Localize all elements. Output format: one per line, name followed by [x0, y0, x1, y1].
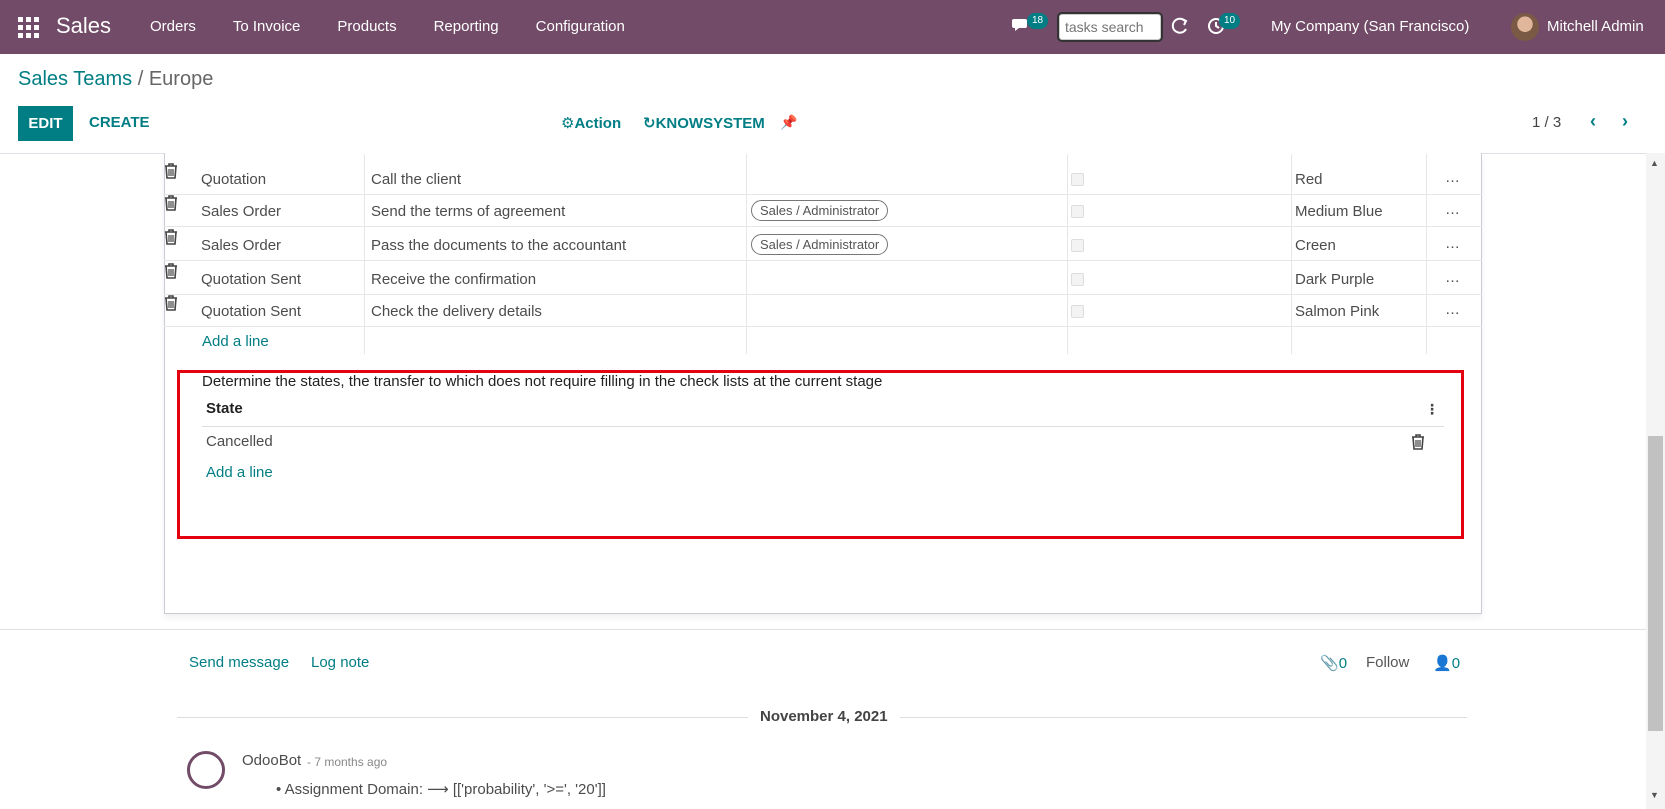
row-group-tag: Sales / Administrator [751, 234, 889, 255]
row-stage: Quotation [201, 171, 267, 188]
row-stage: Quotation Sent [201, 271, 302, 288]
tasks-search-input[interactable] [1059, 14, 1161, 40]
pin-icon[interactable]: 📌 [780, 114, 797, 131]
row-color: Dark Purple [1295, 271, 1375, 288]
state-column-header[interactable]: State [206, 400, 243, 417]
message-timestamp: - 7 months ago [307, 755, 388, 769]
menu-products[interactable]: Products [337, 18, 396, 35]
log-note-button[interactable]: Log note [311, 654, 369, 671]
breadcrumb: Sales Teams / Europe [18, 68, 213, 91]
state-value: Cancelled [206, 433, 273, 450]
attachments-count: 0 [1338, 655, 1348, 672]
row-name: Send the terms of agreement [371, 203, 566, 220]
refresh-icon[interactable] [1171, 17, 1189, 35]
user-menu[interactable]: Mitchell Admin [1547, 18, 1644, 35]
edit-button[interactable]: EDIT [18, 106, 73, 141]
breadcrumb-parent[interactable]: Sales Teams [18, 68, 132, 90]
messages-badge: 18 [1027, 13, 1049, 29]
action-label: Action [574, 115, 622, 132]
table-row[interactable]: Sales Order Send the terms of agreement … [164, 195, 1482, 227]
attachments-button[interactable]: 📎0 [1320, 654, 1347, 672]
row-name: Receive the confirmation [371, 271, 537, 288]
breadcrumb-separator: / [137, 68, 144, 90]
row-group-tag: Sales / Administrator [751, 200, 889, 221]
create-button[interactable]: CREATE [89, 114, 150, 131]
row-checkbox[interactable] [1071, 305, 1084, 318]
date-separator: November 4, 2021 [748, 708, 900, 725]
row-more-icon[interactable]: … [1445, 201, 1460, 218]
breadcrumb-current: Europe [148, 68, 214, 90]
states-section-title: Determine the states, the transfer to wh… [202, 373, 883, 390]
row-name: Pass the documents to the accountant [371, 237, 627, 254]
states-add-line-link[interactable]: Add a line [206, 464, 273, 481]
row-color: Medium Blue [1295, 203, 1383, 220]
row-stage: Sales Order [201, 237, 282, 254]
row-stage: Sales Order [201, 203, 282, 220]
scrollbar-thumb[interactable] [1648, 436, 1663, 731]
table-row[interactable]: Sales Order Pass the documents to the ac… [164, 229, 1482, 261]
row-name: Check the delivery details [371, 303, 542, 320]
knowsystem-icon: ↻ [643, 115, 656, 132]
message-body: • Assignment Domain: ⟶ [['probability', … [276, 781, 606, 798]
pager-previous-icon[interactable]: ‹ [1590, 111, 1596, 132]
row-stage: Quotation Sent [201, 303, 302, 320]
row-checkbox[interactable] [1071, 273, 1084, 286]
user-avatar[interactable] [1511, 13, 1539, 41]
followers-button[interactable]: 👤0 [1433, 654, 1460, 672]
knowsystem-label: KNOWSYSTEM [655, 115, 765, 132]
table-row[interactable]: Quotation Sent Receive the confirmation … [164, 263, 1482, 295]
column-options-icon[interactable]: ⋮ [1425, 401, 1439, 418]
row-more-icon[interactable]: … [1445, 269, 1460, 286]
menu-orders[interactable]: Orders [150, 18, 196, 35]
table-row[interactable]: Quotation Call the client Red … [164, 163, 1482, 195]
row-checkbox[interactable] [1071, 173, 1084, 186]
highlight-box [177, 370, 1464, 539]
row-name: Call the client [371, 171, 462, 188]
row-color: Creen [1295, 237, 1336, 254]
row-more-icon[interactable]: … [1445, 301, 1460, 318]
trash-icon[interactable] [164, 263, 178, 279]
states-table-header: State ⋮ [202, 400, 1444, 427]
row-more-icon[interactable]: … [1445, 169, 1460, 186]
row-color: Salmon Pink [1295, 303, 1380, 320]
message-text: Assignment Domain: ⟶ [['probability', '>… [284, 781, 606, 798]
knowsystem-button[interactable]: ↻KNOWSYSTEM [643, 114, 765, 132]
row-color: Red [1295, 171, 1323, 188]
table-row[interactable]: Quotation Sent Check the delivery detail… [164, 295, 1482, 327]
app-menu-icon[interactable] [18, 17, 40, 38]
odoobot-avatar [187, 751, 225, 789]
checklist-add-line-link[interactable]: Add a line [202, 333, 269, 350]
trash-icon[interactable] [1411, 434, 1425, 450]
scroll-down-icon[interactable]: ▼ [1650, 790, 1659, 800]
top-navbar: Sales Orders To Invoice Products Reporti… [0, 0, 1665, 54]
action-menu[interactable]: ⚙Action [561, 114, 621, 132]
scroll-up-icon[interactable]: ▲ [1650, 158, 1659, 168]
send-message-button[interactable]: Send message [189, 654, 289, 671]
message-author[interactable]: OdooBot [242, 752, 301, 769]
follow-button[interactable]: Follow [1366, 654, 1409, 671]
trash-icon[interactable] [164, 195, 178, 211]
app-name[interactable]: Sales [56, 13, 111, 39]
main-menu: Orders To Invoice Products Reporting Con… [150, 18, 662, 35]
row-checkbox[interactable] [1071, 239, 1084, 252]
user-icon: 👤 [1433, 655, 1452, 672]
menu-to-invoice[interactable]: To Invoice [233, 18, 301, 35]
menu-configuration[interactable]: Configuration [536, 18, 625, 35]
trash-icon[interactable] [164, 295, 178, 311]
pager-next-icon[interactable]: › [1622, 111, 1628, 132]
menu-reporting[interactable]: Reporting [434, 18, 499, 35]
trash-icon[interactable] [164, 229, 178, 245]
followers-count: 0 [1451, 655, 1461, 672]
gear-icon: ⚙ [561, 115, 575, 132]
trash-icon[interactable] [164, 163, 178, 179]
paperclip-icon: 📎 [1320, 655, 1339, 672]
row-checkbox[interactable] [1071, 205, 1084, 218]
company-switcher[interactable]: My Company (San Francisco) [1271, 18, 1469, 35]
chatter-divider [0, 629, 1646, 630]
row-more-icon[interactable]: … [1445, 235, 1460, 252]
activities-badge: 10 [1219, 13, 1241, 29]
pager-value[interactable]: 1 / 3 [1532, 114, 1561, 131]
